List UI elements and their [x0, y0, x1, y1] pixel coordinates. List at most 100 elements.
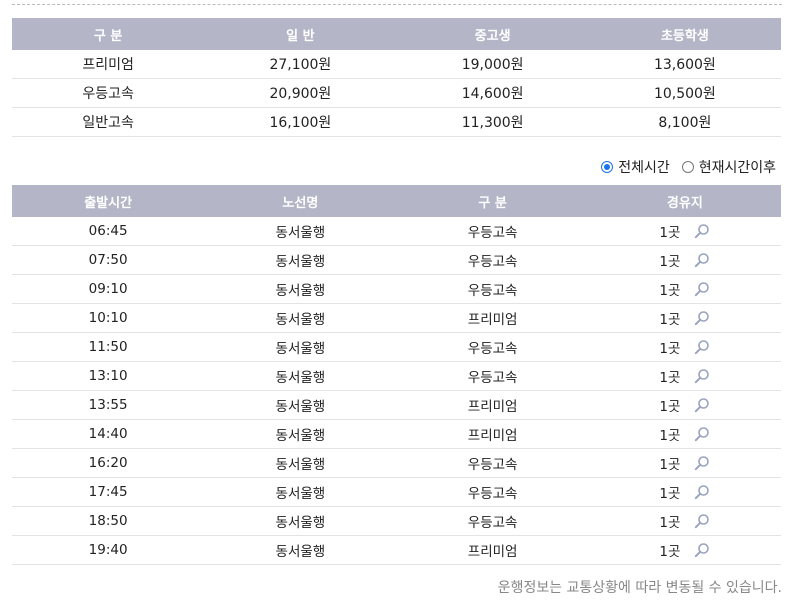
via-cell: 1곳 — [588, 448, 781, 478]
via-cell: 1곳 — [588, 419, 781, 449]
departure-time: 13:10 — [12, 361, 205, 391]
filter-after-now-label: 현재시간이후 — [698, 160, 776, 176]
table-row: 13:55 동서울행 프리미엄 1곳 — [12, 390, 781, 420]
via-cell: 1곳 — [588, 390, 781, 420]
fare-category: 프리미엄 — [12, 50, 205, 79]
bus-type: 프리미엄 — [396, 535, 589, 565]
filter-all-option[interactable]: 전체시간 — [601, 157, 670, 177]
fare-header-adult: 일 반 — [204, 18, 397, 50]
fare-row: 일반고속 16,100원 11,300원 8,100원 — [12, 107, 781, 137]
via-count: 1곳 — [659, 341, 681, 357]
table-row: 11:50 동서울행 우등고속 1곳 — [12, 332, 781, 362]
departure-time: 10:10 — [12, 303, 205, 333]
table-row: 17:45 동서울행 우등고속 1곳 — [12, 477, 781, 507]
magnifier-icon[interactable] — [694, 223, 710, 239]
magnifier-icon[interactable] — [694, 455, 710, 471]
via-cell: 1곳 — [588, 506, 781, 536]
via-count: 1곳 — [659, 370, 681, 386]
fare-student: 14,600원 — [396, 78, 589, 108]
via-count: 1곳 — [659, 486, 681, 502]
via-count: 1곳 — [659, 428, 681, 444]
departure-time: 18:50 — [12, 506, 205, 536]
table-row: 09:10 동서울행 우등고속 1곳 — [12, 274, 781, 304]
filter-after-now-option[interactable]: 현재시간이후 — [681, 157, 776, 177]
fare-child: 10,500원 — [588, 78, 781, 108]
bus-type: 우등고속 — [396, 274, 589, 304]
table-row: 06:45 동서울행 우등고속 1곳 — [12, 217, 781, 246]
schedule-header-route: 노선명 — [204, 185, 397, 217]
bus-type: 우등고속 — [396, 217, 589, 246]
magnifier-icon[interactable] — [694, 426, 710, 442]
schedule-notice: 운행정보는 교통상황에 따라 변동될 수 있습니다. — [497, 580, 782, 596]
table-row: 13:10 동서울행 우등고속 1곳 — [12, 361, 781, 391]
fare-adult: 20,900원 — [204, 78, 397, 108]
via-cell: 1곳 — [588, 217, 781, 246]
table-row: 14:40 동서울행 프리미엄 1곳 — [12, 419, 781, 449]
bus-type: 프리미엄 — [396, 390, 589, 420]
departure-time: 07:50 — [12, 245, 205, 275]
route-name: 동서울행 — [204, 506, 397, 536]
route-name: 동서울행 — [204, 217, 397, 246]
departure-time: 11:50 — [12, 332, 205, 362]
via-count: 1곳 — [659, 283, 681, 299]
fare-category: 일반고속 — [12, 107, 205, 137]
fare-header-category: 구 분 — [12, 18, 205, 50]
departure-time: 14:40 — [12, 419, 205, 449]
via-count: 1곳 — [659, 225, 681, 241]
route-name: 동서울행 — [204, 361, 397, 391]
magnifier-icon[interactable] — [694, 542, 710, 558]
magnifier-icon[interactable] — [694, 252, 710, 268]
magnifier-icon[interactable] — [694, 310, 710, 326]
departure-time: 09:10 — [12, 274, 205, 304]
filter-all-label: 전체시간 — [618, 160, 670, 176]
route-name: 동서울행 — [204, 419, 397, 449]
bus-type: 우등고속 — [396, 361, 589, 391]
via-cell: 1곳 — [588, 535, 781, 565]
top-divider — [12, 4, 782, 5]
magnifier-icon[interactable] — [694, 484, 710, 500]
magnifier-icon[interactable] — [694, 513, 710, 529]
table-row: 18:50 동서울행 우등고속 1곳 — [12, 506, 781, 536]
schedule-header-row: 출발시간 노선명 구 분 경유지 — [12, 185, 781, 217]
route-name: 동서울행 — [204, 303, 397, 333]
route-name: 동서울행 — [204, 477, 397, 507]
schedule-body: 06:45 동서울행 우등고속 1곳 07:50 동서울행 우등고속 1곳 09:10 동서울행 우… — [12, 217, 781, 565]
table-row: 16:20 동서울행 우등고속 1곳 — [12, 448, 781, 478]
table-row: 19:40 동서울행 프리미엄 1곳 — [12, 535, 781, 565]
via-count: 1곳 — [659, 457, 681, 473]
schedule-header-type: 구 분 — [396, 185, 589, 217]
schedule-table: 출발시간 노선명 구 분 경유지 06:45 동서울행 우등고속 1곳 07:50 동서울… — [12, 185, 781, 565]
fare-row: 우등고속 20,900원 14,600원 10,500원 — [12, 78, 781, 108]
fare-student: 11,300원 — [396, 107, 589, 137]
departure-time: 06:45 — [12, 217, 205, 246]
route-name: 동서울행 — [204, 448, 397, 478]
route-name: 동서울행 — [204, 332, 397, 362]
route-name: 동서울행 — [204, 535, 397, 565]
time-filter: 전체시간 현재시간이후 — [589, 157, 776, 177]
magnifier-icon[interactable] — [694, 368, 710, 384]
magnifier-icon[interactable] — [694, 339, 710, 355]
departure-time: 16:20 — [12, 448, 205, 478]
fare-adult: 27,100원 — [204, 50, 397, 79]
departure-time: 19:40 — [12, 535, 205, 565]
fare-header-row: 구 분 일 반 중고생 초등학생 — [12, 18, 781, 50]
fare-child: 13,600원 — [588, 50, 781, 79]
fare-row: 프리미엄 27,100원 19,000원 13,600원 — [12, 50, 781, 79]
bus-type: 우등고속 — [396, 448, 589, 478]
via-cell: 1곳 — [588, 332, 781, 362]
filter-all-radio[interactable] — [601, 161, 614, 173]
magnifier-icon[interactable] — [694, 397, 710, 413]
bus-type: 우등고속 — [396, 506, 589, 536]
via-cell: 1곳 — [588, 274, 781, 304]
magnifier-icon[interactable] — [694, 281, 710, 297]
schedule-header-time: 출발시간 — [12, 185, 205, 217]
via-cell: 1곳 — [588, 303, 781, 333]
fare-header-student: 중고생 — [396, 18, 589, 50]
via-count: 1곳 — [659, 312, 681, 328]
via-count: 1곳 — [659, 254, 681, 270]
via-cell: 1곳 — [588, 361, 781, 391]
fare-table: 구 분 일 반 중고생 초등학생 프리미엄 27,100원 19,000원 13… — [12, 18, 781, 137]
schedule-header-via: 경유지 — [588, 185, 781, 217]
filter-after-now-radio[interactable] — [681, 161, 694, 173]
via-count: 1곳 — [659, 399, 681, 415]
